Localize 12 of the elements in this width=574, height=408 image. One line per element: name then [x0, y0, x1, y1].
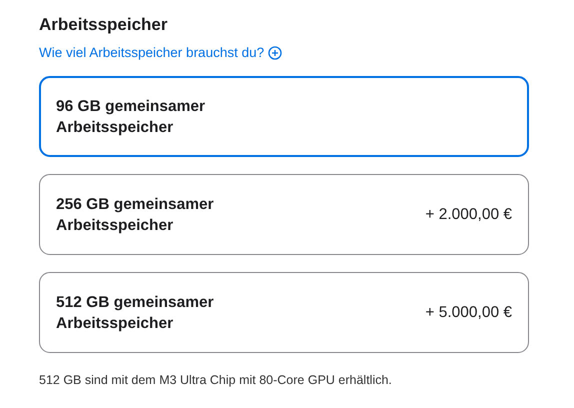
section-heading: Arbeitsspeicher: [39, 14, 168, 36]
option-name: 512 GB gemeinsamer Arbeitsspeicher: [56, 292, 215, 334]
option-name: 256 GB gemeinsamer Arbeitsspeicher: [56, 194, 215, 236]
option-name: 96 GB gemeinsamer Arbeitsspeicher: [56, 96, 206, 138]
memory-option[interactable]: 512 GB gemeinsamer Arbeitsspeicher + 5.000,00 €: [39, 272, 529, 353]
option-price: + 2.000,00 €: [425, 206, 512, 224]
memory-option[interactable]: 96 GB gemeinsamer Arbeitsspeicher: [39, 76, 529, 157]
footnote: 512 GB sind mit dem M3 Ultra Chip mit 80-Core GPU erhältlich.: [39, 373, 393, 387]
option-price: + 5.000,00 €: [425, 304, 512, 322]
memory-option[interactable]: 256 GB gemeinsamer Arbeitsspeicher + 2.000,00 €: [39, 174, 529, 255]
help-link[interactable]: Wie viel Arbeitsspeicher brauchst du?: [39, 45, 282, 60]
plus-circle-icon: [268, 46, 282, 60]
